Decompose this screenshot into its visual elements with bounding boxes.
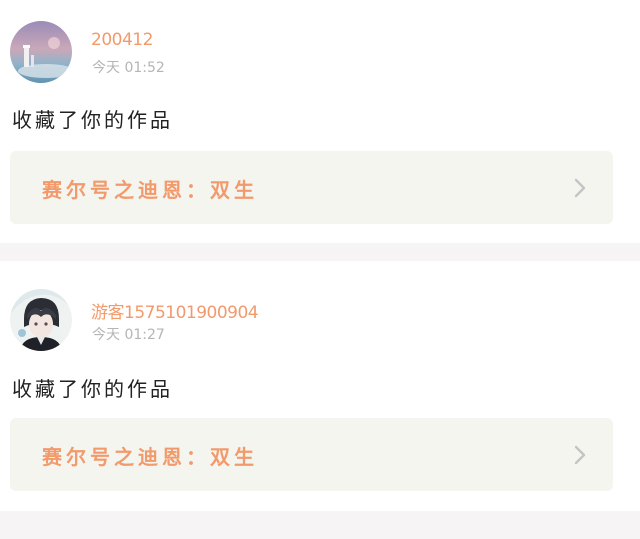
feed-item: 200412 今天 01:52 收藏了你的作品 赛尔号之迪恩：双生 (0, 0, 640, 243)
timestamp: 今天 01:27 (92, 327, 165, 343)
username[interactable]: 200412 (91, 30, 153, 50)
chevron-right-icon (574, 178, 586, 198)
divider (0, 511, 640, 539)
chevron-right-icon (574, 445, 586, 465)
action-text: 收藏了你的作品 (12, 377, 173, 401)
action-text: 收藏了你的作品 (12, 108, 173, 132)
divider (0, 243, 640, 261)
work-title: 赛尔号之迪恩：双生 (42, 445, 258, 469)
avatar-anime-character-icon (10, 289, 72, 351)
avatar-landscape-icon (10, 21, 72, 83)
work-card[interactable]: 赛尔号之迪恩：双生 (10, 418, 613, 491)
work-card[interactable]: 赛尔号之迪恩：双生 (10, 151, 613, 224)
username[interactable]: 游客1575101900904 (91, 298, 259, 323)
feed-item: 游客1575101900904 今天 01:27 收藏了你的作品 赛尔号之迪恩：… (0, 261, 640, 511)
user-avatar[interactable] (10, 21, 72, 83)
user-avatar[interactable] (10, 289, 72, 351)
timestamp: 今天 01:52 (92, 60, 165, 76)
work-title: 赛尔号之迪恩：双生 (42, 178, 258, 202)
